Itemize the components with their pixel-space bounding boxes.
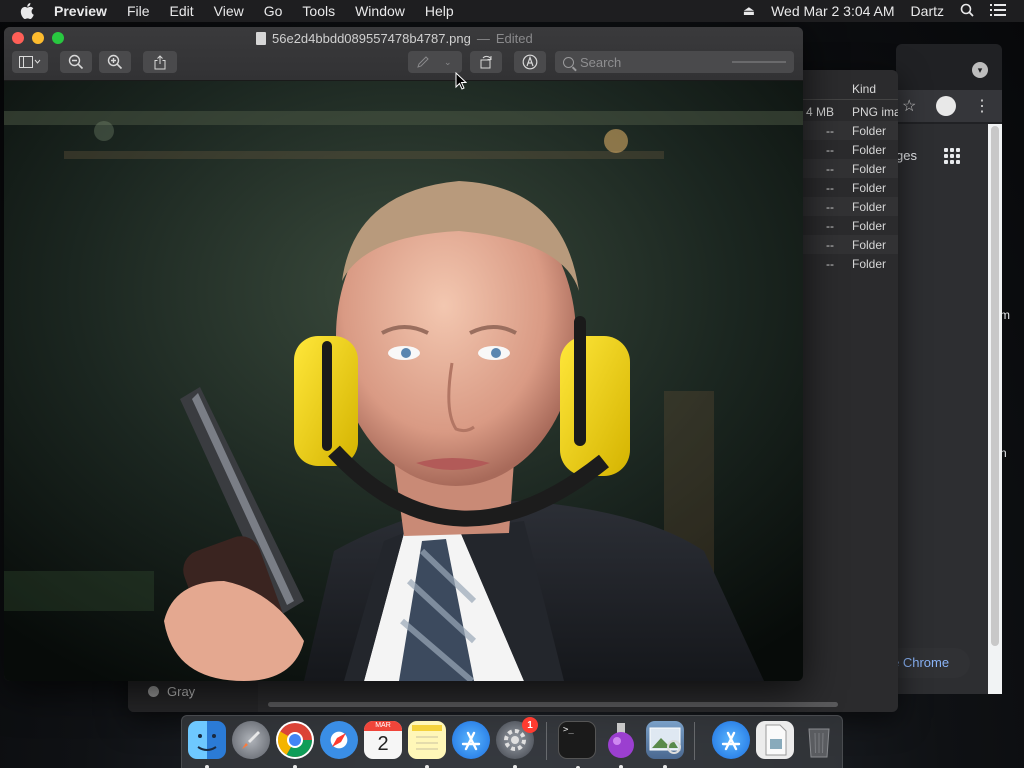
notification-badge: 1 — [522, 717, 538, 733]
file-kind: Folder — [852, 219, 887, 233]
minimize-window-button[interactable] — [32, 32, 44, 44]
sidebar-toggle-button[interactable] — [12, 51, 48, 73]
document-stack-icon[interactable] — [756, 721, 794, 759]
system-preferences-gear-icon[interactable]: 1 — [496, 717, 538, 768]
chrome-content — [896, 124, 1002, 694]
search-placeholder: Search — [580, 54, 622, 70]
file-size: 4 MB — [805, 105, 834, 119]
dock-separator — [694, 722, 695, 760]
menubar-user[interactable]: Dartz — [903, 3, 952, 19]
zoom-out-button[interactable] — [60, 51, 92, 73]
app-store-icon[interactable] — [452, 721, 490, 759]
window-filename: 56e2d4bbdd089557478b4787.png — [272, 31, 471, 46]
menu-window[interactable]: Window — [345, 3, 415, 19]
file-size: -- — [826, 257, 834, 271]
safari-compass-icon[interactable] — [320, 721, 358, 759]
apple-menu-icon[interactable] — [18, 3, 36, 19]
chevron-down-icon[interactable]: ⌄ — [444, 57, 452, 68]
gray-tag-dot-icon — [148, 686, 159, 697]
file-size: -- — [826, 162, 834, 176]
search-icon — [563, 56, 574, 68]
file-size: -- — [826, 143, 834, 157]
potion-dock-icon[interactable] — [602, 721, 640, 768]
zoom-window-button[interactable] — [52, 32, 64, 44]
app-store-downloads-icon[interactable] — [712, 721, 750, 759]
file-size: -- — [826, 124, 834, 138]
launchpad-rocket-icon[interactable] — [232, 721, 270, 759]
menu-view[interactable]: View — [204, 3, 254, 19]
eject-icon[interactable]: ⏏ — [735, 3, 763, 19]
terminal-dock-icon[interactable]: >_ — [558, 721, 596, 768]
search-slider — [732, 61, 786, 63]
menu-bar: Preview File Edit View Go Tools Window H… — [0, 0, 1024, 22]
rotate-button[interactable] — [470, 51, 502, 73]
photo-image — [4, 81, 803, 681]
bookmark-star-icon[interactable]: ☆ — [902, 96, 916, 116]
menubar-clock[interactable]: Wed Mar 2 3:04 AM — [763, 3, 902, 19]
chrome-action-button[interactable]: e Chrome — [886, 648, 970, 678]
title-separator: — — [476, 31, 490, 46]
finder-dock-icon[interactable] — [188, 721, 226, 768]
spotlight-search-icon[interactable] — [952, 3, 982, 20]
chrome-partial-text: ges — [896, 148, 917, 163]
preview-titlebar[interactable]: 56e2d4bbdd089557478b4787.png — Edited ⌄ — [4, 27, 803, 81]
menu-tools[interactable]: Tools — [292, 3, 345, 19]
file-kind: Folder — [852, 181, 887, 195]
dock-separator — [546, 722, 547, 760]
file-kind: Folder — [852, 143, 887, 157]
markup-pen-button[interactable]: ⌄ — [408, 51, 462, 73]
tag-label: Gray — [167, 684, 196, 699]
file-kind: Folder — [852, 238, 887, 252]
file-size: -- — [826, 219, 834, 233]
markup-toolbar-button[interactable] — [514, 51, 546, 73]
scrollbar-thumb[interactable] — [991, 126, 999, 646]
calendar-dock-icon[interactable]: MAR 2 — [364, 721, 402, 759]
menu-app-name[interactable]: Preview — [54, 3, 117, 19]
edited-status[interactable]: Edited — [496, 31, 533, 46]
document-proxy-icon[interactable] — [256, 32, 266, 45]
preview-dock-icon[interactable] — [646, 721, 684, 768]
image-canvas[interactable] — [4, 81, 803, 681]
file-kind: Folder — [852, 200, 887, 214]
more-options-icon[interactable]: ⋮ — [974, 96, 990, 116]
file-kind: PNG image — [852, 105, 898, 119]
preview-window: 56e2d4bbdd089557478b4787.png — Edited ⌄ — [4, 27, 803, 681]
dock: MAR 2 1 >_ — [181, 715, 843, 768]
close-window-button[interactable] — [12, 32, 24, 44]
chrome-dock-icon[interactable] — [276, 721, 314, 768]
file-kind: Folder — [852, 162, 887, 176]
apps-grid-icon[interactable] — [944, 148, 960, 164]
trash-icon[interactable] — [800, 721, 838, 759]
file-size: -- — [826, 181, 834, 195]
menu-help[interactable]: Help — [415, 3, 464, 19]
share-button[interactable] — [143, 51, 177, 73]
chrome-window: ▾ ☆ ⋮ ges m n e Chrome — [886, 44, 1010, 694]
chrome-scrollbar[interactable] — [988, 124, 1002, 694]
calendar-day: 2 — [377, 733, 389, 755]
chevron-down-icon[interactable]: ▾ — [972, 62, 988, 78]
terminal-prompt: >_ — [563, 725, 574, 735]
notification-center-icon[interactable] — [982, 3, 1014, 19]
window-title: 56e2d4bbdd089557478b4787.png — Edited — [256, 31, 533, 46]
file-kind: Folder — [852, 257, 887, 271]
horizontal-scrollbar[interactable] — [268, 702, 838, 707]
file-kind: Folder — [852, 124, 887, 138]
file-size: -- — [826, 238, 834, 252]
mouse-cursor-icon — [455, 72, 467, 90]
notes-dock-icon[interactable] — [408, 721, 446, 768]
profile-icon[interactable] — [936, 96, 956, 116]
sidebar-tag-gray[interactable]: Gray — [148, 684, 195, 699]
menu-file[interactable]: File — [117, 3, 160, 19]
menu-go[interactable]: Go — [254, 3, 293, 19]
zoom-in-button[interactable] — [99, 51, 131, 73]
search-field[interactable]: Search — [555, 51, 794, 73]
calendar-month: MAR — [364, 721, 402, 731]
file-size: -- — [826, 200, 834, 214]
menu-edit[interactable]: Edit — [160, 3, 204, 19]
